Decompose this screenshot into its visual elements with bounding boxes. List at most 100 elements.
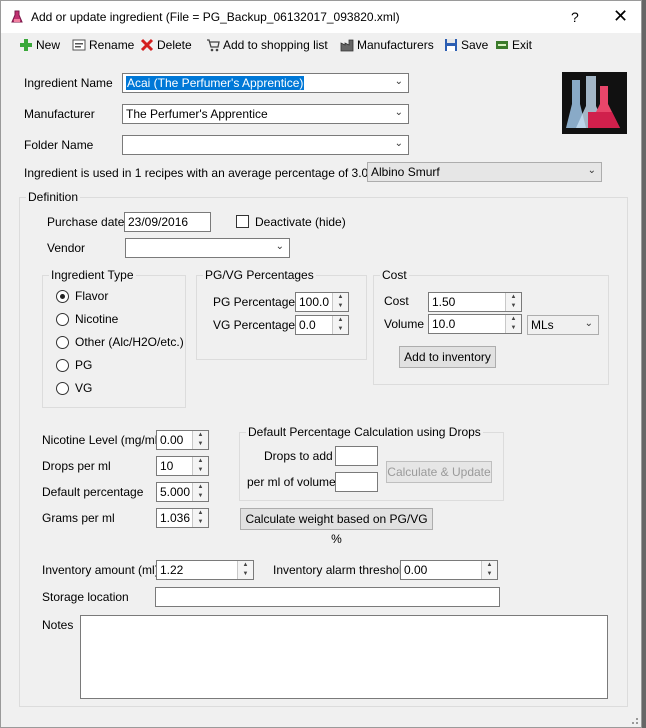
type-nicotine-radio[interactable]: [56, 313, 69, 326]
type-vg-radio[interactable]: [56, 382, 69, 395]
shopping-label: Add to shopping list: [223, 38, 328, 52]
drops-to-add-label: Drops to add: [264, 449, 333, 463]
chevron-down-icon: ⌄: [394, 107, 403, 118]
volume-unit-combo[interactable]: MLs ⌄: [527, 315, 599, 335]
spin-buttons[interactable]: ▲ ▼: [505, 293, 521, 311]
delete-label: Delete: [157, 38, 192, 52]
cost-value: 1.50: [432, 295, 456, 309]
pg-percentage-spinner[interactable]: 100.0 ▲ ▼: [295, 292, 349, 312]
manufacturer-combo[interactable]: The Perfumer's Apprentice ⌄: [122, 104, 409, 124]
type-other-label: Other (Alc/H2O/etc.): [75, 335, 184, 349]
spin-buttons[interactable]: ▲ ▼: [192, 431, 208, 449]
drops-per-ml-spinner[interactable]: 10 ▲ ▼: [156, 456, 209, 476]
cost-title: Cost: [380, 268, 409, 282]
type-flavor-label: Flavor: [75, 289, 109, 303]
lab-flasks-icon: [562, 72, 627, 134]
drops-calculation-title: Default Percentage Calculation using Dro…: [246, 425, 483, 439]
vg-percentage-spinner[interactable]: 0.0 ▲ ▼: [295, 315, 349, 335]
exit-label: Exit: [512, 38, 533, 52]
default-percentage-spinner[interactable]: 5.000 ▲ ▼: [156, 482, 209, 502]
storage-location-field[interactable]: [155, 587, 500, 607]
cost-spinner[interactable]: 1.50 ▲ ▼: [428, 292, 522, 312]
inventory-alarm-label: Inventory alarm threshold: [273, 563, 409, 577]
nicotine-level-spinner[interactable]: 0.00 ▲ ▼: [156, 430, 209, 450]
ingredient-dialog: Add or update ingredient (File = PG_Back…: [0, 0, 642, 728]
save-button[interactable]: Save: [444, 36, 488, 54]
chevron-down-icon: ⌄: [275, 241, 284, 252]
spin-buttons[interactable]: ▲ ▼: [192, 457, 208, 475]
inventory-amount-value: 1.22: [160, 563, 184, 577]
notes-label: Notes: [42, 618, 74, 632]
grams-per-ml-spinner[interactable]: 1.036 ▲ ▼: [156, 508, 209, 528]
volume-unit-value: MLs: [531, 318, 554, 332]
definition-title: Definition: [26, 190, 81, 204]
nicotine-level-value: 0.00: [160, 433, 184, 447]
vendor-combo[interactable]: ⌄: [125, 238, 290, 258]
inventory-amount-spinner[interactable]: 1.22 ▲ ▼: [156, 560, 254, 580]
new-label: New: [36, 38, 61, 52]
chevron-down-icon: ⌄: [584, 318, 593, 329]
drops-to-add-field[interactable]: [335, 446, 378, 466]
manufacturer-value: The Perfumer's Apprentice: [126, 107, 268, 121]
purchase-date-field[interactable]: 23/09/2016: [124, 212, 211, 232]
type-other-radio[interactable]: [56, 336, 69, 349]
cost-label: Cost: [384, 294, 409, 308]
vg-percentage-label: VG Percentage: [213, 318, 296, 332]
default-percentage-value: 5.000: [160, 485, 191, 499]
ingredient-type-title: Ingredient Type: [49, 268, 136, 282]
notes-textarea[interactable]: [80, 615, 608, 699]
volume-spinner[interactable]: 10.0 ▲ ▼: [428, 314, 522, 334]
calculate-update-button[interactable]: Calculate & Update: [386, 461, 492, 483]
per-ml-volume-field[interactable]: [335, 472, 378, 492]
help-button[interactable]: ?: [571, 9, 579, 25]
pg-percentage-label: PG Percentage: [213, 295, 296, 309]
spin-buttons[interactable]: ▲ ▼: [332, 293, 348, 311]
grams-per-ml-value: 1.036: [160, 511, 191, 525]
deactivate-checkbox[interactable]: [236, 215, 249, 228]
exit-button[interactable]: Exit: [495, 36, 532, 54]
spin-buttons[interactable]: ▲ ▼: [332, 316, 348, 334]
new-icon: [20, 39, 32, 51]
rename-button[interactable]: Rename: [72, 36, 134, 54]
save-label: Save: [461, 38, 489, 52]
purchase-date-value: 23/09/2016: [128, 215, 189, 229]
delete-icon: [140, 38, 154, 52]
exit-icon: [496, 41, 508, 49]
close-button[interactable]: ✕: [613, 6, 628, 27]
add-to-inventory-button[interactable]: Add to inventory: [399, 346, 496, 368]
per-ml-volume-label: per ml of volume: [247, 475, 336, 489]
type-vg-label: VG: [75, 381, 93, 395]
ingredient-name-combo[interactable]: Acai (The Perfumer's Apprentice) ⌄: [122, 73, 409, 93]
window-title: Add or update ingredient (File = PG_Back…: [31, 10, 400, 24]
purchase-date-label: Purchase date: [47, 215, 125, 229]
inventory-alarm-spinner[interactable]: 0.00 ▲ ▼: [400, 560, 498, 580]
spin-buttons[interactable]: ▲ ▼: [505, 315, 521, 333]
type-flavor-radio[interactable]: [56, 290, 69, 303]
rename-icon: [72, 39, 86, 51]
delete-button[interactable]: Delete: [140, 36, 192, 54]
toolbar: New Rename Delete Add to shopping list M…: [1, 33, 641, 57]
spin-buttons[interactable]: ▲ ▼: [237, 561, 253, 579]
rename-label: Rename: [89, 38, 135, 52]
type-nicotine-label: Nicotine: [75, 312, 119, 326]
deactivate-label: Deactivate (hide): [255, 215, 346, 229]
volume-label: Volume: [384, 317, 425, 331]
type-pg-radio[interactable]: [56, 359, 69, 372]
vg-percentage-value: 0.0: [299, 318, 316, 332]
spin-buttons[interactable]: ▲ ▼: [192, 483, 208, 501]
manufacturers-button[interactable]: Manufacturers: [340, 36, 434, 54]
recipe-combo[interactable]: Albino Smurf ⌄: [367, 162, 602, 182]
volume-value: 10.0: [432, 317, 456, 331]
resize-grip-icon[interactable]: [627, 713, 639, 725]
new-button[interactable]: New: [19, 36, 60, 54]
folder-name-label: Folder Name: [24, 138, 94, 152]
spin-buttons[interactable]: ▲ ▼: [192, 509, 208, 527]
manufacturers-label: Manufacturers: [357, 38, 434, 52]
folder-name-combo[interactable]: ⌄: [122, 135, 409, 155]
calculate-weight-button[interactable]: Calculate weight based on PG/VG %: [240, 508, 433, 546]
spin-buttons[interactable]: ▲ ▼: [481, 561, 497, 579]
pgvg-title: PG/VG Percentages: [203, 268, 316, 282]
add-to-shopping-list-button[interactable]: Add to shopping list: [206, 36, 328, 54]
ingredient-name-value: Acai (The Perfumer's Apprentice): [126, 76, 305, 90]
pg-percentage-value: 100.0: [299, 295, 330, 309]
